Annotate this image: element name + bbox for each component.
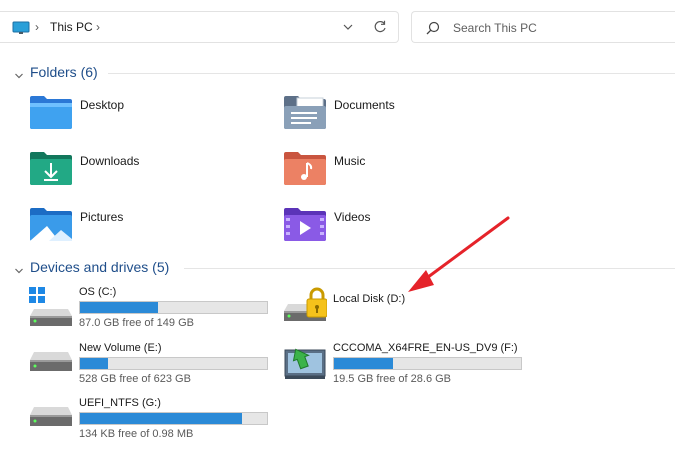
red-arrow-annotation	[408, 216, 510, 292]
